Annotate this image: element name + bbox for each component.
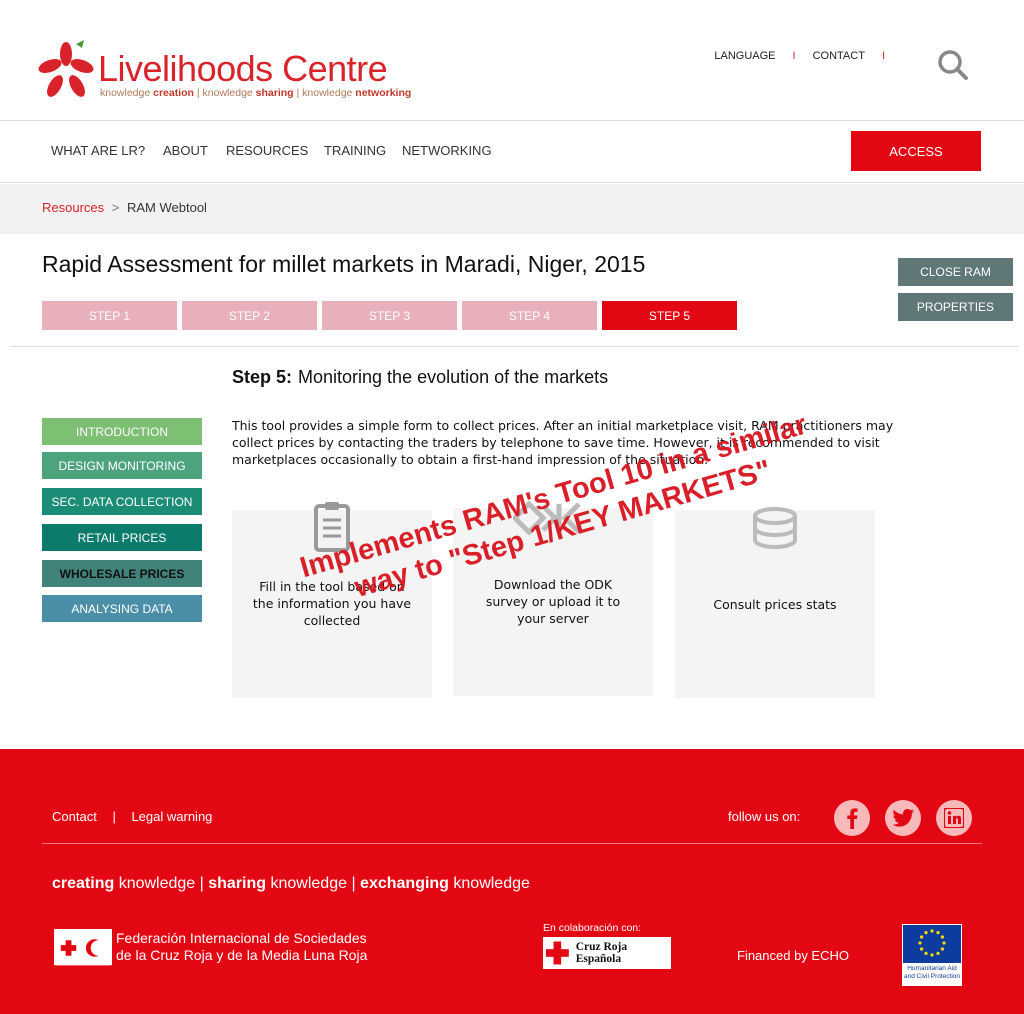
card-text: Download the ODK survey or upload it to … (485, 577, 621, 626)
language-link[interactable]: LANGUAGE (714, 50, 775, 62)
menu-wholesale-prices[interactable]: WHOLESALE PRICES (42, 560, 202, 587)
red-cross-icon (545, 941, 569, 965)
footer-tagline: creating knowledge | sharing knowledge |… (52, 875, 530, 892)
search-icon[interactable] (936, 48, 970, 82)
site-footer: Contact | Legal warning follow us on: cr… (0, 749, 1024, 1014)
eu-humanitarian-logo[interactable]: Humanitarian Aid and Civil Protection (902, 924, 962, 986)
clipboard-icon (314, 502, 350, 552)
top-nav-separator: I (881, 50, 885, 62)
access-button[interactable]: ACCESS (851, 131, 981, 171)
card-odk[interactable]: Download the ODK survey or upload it to … (453, 500, 653, 696)
menu-sec-data-collection[interactable]: SEC. DATA COLLECTION (42, 488, 202, 515)
menu-analysing-data[interactable]: ANALYSING DATA (42, 595, 202, 622)
card-text: Consult prices stats (713, 597, 837, 612)
financed-by-echo: Financed by ECHO (737, 948, 849, 963)
breadcrumb-separator: > (111, 200, 120, 215)
nav-resources[interactable]: RESOURCES (226, 143, 308, 158)
menu-design-monitoring[interactable]: DESIGN MONITORING (42, 452, 202, 479)
footer-divider (42, 843, 982, 844)
linkedin-icon[interactable] (936, 800, 972, 836)
logo-title: Livelihoods Centre (98, 48, 388, 89)
card-consult-prices[interactable]: Consult prices stats (675, 507, 875, 698)
nav-networking[interactable]: NETWORKING (402, 143, 492, 158)
nav-training[interactable]: TRAINING (324, 143, 386, 158)
card-text: Fill in the tool based on the informatio… (252, 579, 412, 628)
ifrc-name: Federación Internacional de Sociedades d… (116, 930, 368, 963)
footer-links: Contact | Legal warning (52, 809, 212, 824)
section-divider (10, 346, 1018, 347)
close-ram-button[interactable]: CLOSE RAM (898, 258, 1013, 286)
contact-link[interactable]: CONTACT (813, 50, 865, 62)
nav-about[interactable]: ABOUT (163, 143, 208, 158)
top-nav: LANGUAGE I CONTACT I (714, 50, 902, 62)
site-header: Livelihoods Centre knowledge creation | … (0, 0, 1024, 121)
step-intro-text: This tool provides a simple form to coll… (232, 418, 894, 467)
step-tab-3[interactable]: STEP 3 (322, 301, 457, 330)
card-fill-tool[interactable]: Fill in the tool based on the informatio… (232, 502, 432, 698)
collaboration-label: En colaboración con: (543, 922, 642, 934)
step-title: Monitoring the evolution of the markets (298, 367, 609, 387)
cruz-roja-logo[interactable]: Cruz Roja Española (543, 937, 671, 969)
menu-introduction[interactable]: INTRODUCTION (42, 418, 202, 445)
menu-retail-prices[interactable]: RETAIL PRICES (42, 524, 202, 551)
follow-us-label: follow us on: (728, 809, 801, 824)
breadcrumb-current: RAM Webtool (126, 200, 207, 215)
properties-button[interactable]: PROPERTIES (898, 293, 1013, 321)
logo-subtitle: knowledge creation | knowledge sharing |… (100, 87, 412, 99)
breadcrumb-resources-link[interactable]: Resources (42, 200, 104, 215)
step-heading: Step 5: Monitoring the evolution of the m… (232, 367, 608, 388)
step-label: Step 5: (232, 367, 293, 387)
database-icon (753, 507, 797, 549)
ifrc-logo[interactable] (54, 929, 112, 966)
eu-flag-icon (903, 925, 961, 963)
odk-logo-icon (513, 500, 581, 536)
twitter-icon[interactable] (885, 800, 921, 836)
page-title: Rapid Assessment for millet markets in M… (42, 251, 646, 277)
livelihoods-centre-logo[interactable]: Livelihoods Centre knowledge creation | … (36, 40, 411, 104)
step-tab-4[interactable]: STEP 4 (462, 301, 597, 330)
step-tab-5[interactable]: STEP 5 (602, 301, 737, 330)
footer-legal-link[interactable]: Legal warning (131, 809, 212, 824)
eu-caption: Humanitarian Aid and Civil Protection (904, 965, 960, 980)
top-nav-separator: I (792, 50, 796, 62)
flower-logo-icon (38, 40, 94, 97)
breadcrumb: Resources > RAM Webtool (0, 184, 1024, 234)
step-tab-1[interactable]: STEP 1 (42, 301, 177, 330)
footer-separator: | (112, 809, 116, 824)
facebook-icon[interactable] (834, 800, 870, 836)
nav-what-are-lr[interactable]: WHAT ARE LR? (51, 143, 145, 158)
footer-contact-link[interactable]: Contact (52, 809, 97, 824)
step-tab-2[interactable]: STEP 2 (182, 301, 317, 330)
